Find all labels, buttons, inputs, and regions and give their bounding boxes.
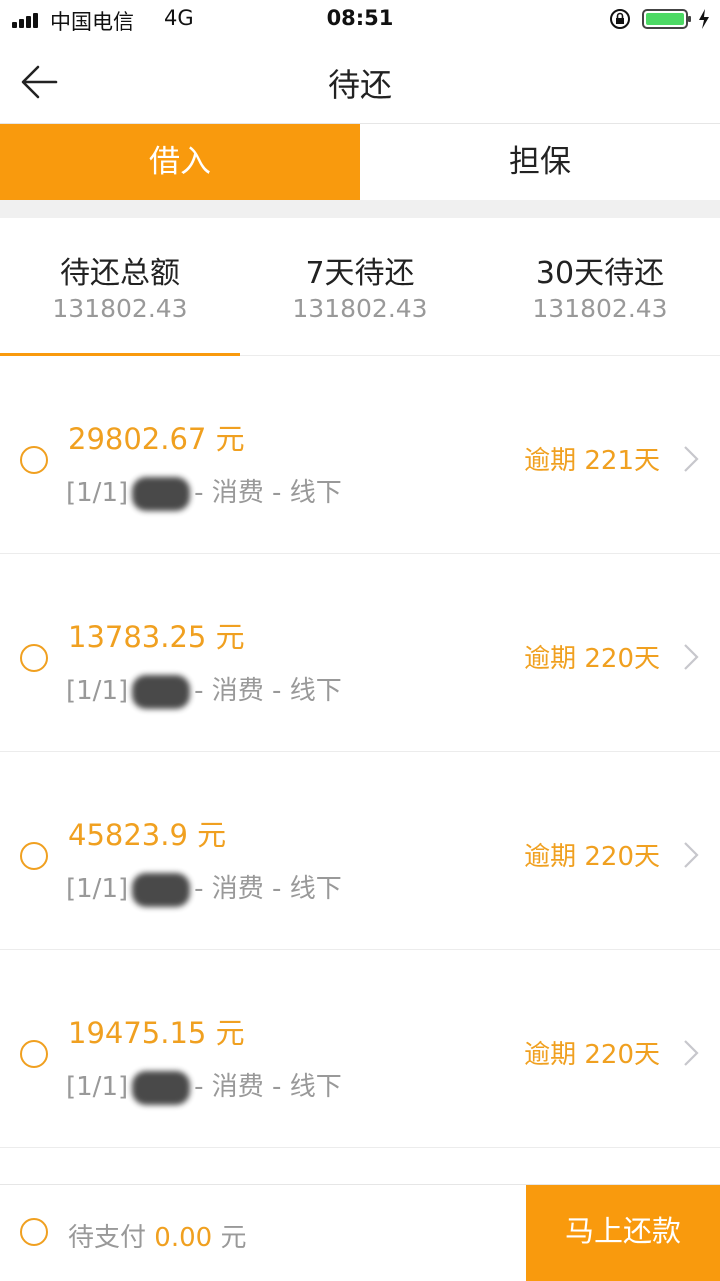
installment-index: [1/1] <box>66 676 129 706</box>
pay-prefix: 待支付 <box>68 1223 147 1253</box>
loan-type: - 消费 - 线下 <box>194 874 342 904</box>
loan-row[interactable]: 19475.15 元 [1/1] - 消费 - 线下 逾期 220天 <box>0 950 720 1148</box>
30-day-due-value: 131802.43 <box>532 294 668 323</box>
loan-row[interactable]: 13783.25 元 [1/1] - 消费 - 线下 逾期 220天 <box>0 554 720 752</box>
select-radio[interactable] <box>20 446 48 474</box>
overdue-status: 逾期 220天 <box>524 1040 660 1070</box>
loan-type: - 消费 - 线下 <box>194 1072 342 1102</box>
loan-description: [1/1] - 消费 - 线下 <box>66 670 342 709</box>
overdue-status: 逾期 220天 <box>524 644 660 674</box>
overdue-status: 逾期 221天 <box>524 446 660 476</box>
loan-description: [1/1] - 消费 - 线下 <box>66 472 342 511</box>
chevron-right-icon <box>684 644 699 670</box>
30-day-due-label: 30天待还 <box>535 256 665 291</box>
overdue-status: 逾期 220天 <box>524 842 660 872</box>
select-radio[interactable] <box>20 1040 48 1068</box>
tab-total-due[interactable]: 待还总额 131802.43 <box>0 218 240 357</box>
7-day-due-label: 7天待还 <box>305 256 415 291</box>
select-radio[interactable] <box>20 644 48 672</box>
installment-index: [1/1] <box>66 874 129 904</box>
loan-type: - 消费 - 线下 <box>194 478 342 508</box>
summary-tabs: 待还总额 131802.43 7天待还 131802.43 30天待还 1318… <box>0 218 720 357</box>
redacted-name <box>132 872 191 907</box>
loan-amount: 45823.9 元 <box>68 818 227 852</box>
pay-amount: 0.00 <box>154 1223 213 1253</box>
loan-amount: 29802.67 元 <box>68 422 245 456</box>
page-title: 待还 <box>327 66 392 104</box>
charging-icon <box>699 9 709 29</box>
7-day-due-value: 131802.43 <box>292 294 428 323</box>
redacted-name <box>132 1070 191 1105</box>
tab-guarantee[interactable]: 担保 <box>360 124 720 200</box>
loan-row[interactable]: 29802.67 元 [1/1] - 消费 - 线下 逾期 221天 <box>0 356 720 554</box>
redacted-name <box>132 674 191 709</box>
chevron-right-icon <box>684 1040 699 1066</box>
select-all-radio[interactable] <box>20 1218 48 1246</box>
section-divider <box>0 200 720 218</box>
navigation-bar: 待还 <box>0 40 720 124</box>
pay-summary: 待支付 0.00 元 <box>68 1217 246 1254</box>
payment-bar: 待支付 0.00 元 马上还款 <box>0 1184 720 1281</box>
installment-index: [1/1] <box>66 478 129 508</box>
total-due-value: 131802.43 <box>52 294 188 323</box>
redacted-name <box>132 476 191 511</box>
loan-description: [1/1] - 消费 - 线下 <box>66 868 342 907</box>
segment-control: 借入 担保 <box>0 124 720 200</box>
chevron-right-icon <box>684 842 699 868</box>
select-radio[interactable] <box>20 842 48 870</box>
loan-row[interactable]: 45823.9 元 [1/1] - 消费 - 线下 逾期 220天 <box>0 752 720 950</box>
installment-index: [1/1] <box>66 1072 129 1102</box>
chevron-right-icon <box>684 446 699 472</box>
status-bar: 中国电信 4G 08:51 <box>0 0 720 40</box>
repay-now-button[interactable]: 马上还款 <box>526 1185 720 1281</box>
tab-borrow[interactable]: 借入 <box>0 124 360 200</box>
total-due-label: 待还总额 <box>60 256 180 291</box>
tab-30-day-due[interactable]: 30天待还 131802.43 <box>480 218 720 356</box>
pay-unit: 元 <box>220 1223 247 1253</box>
orientation-lock-icon <box>610 9 630 29</box>
loan-amount: 19475.15 元 <box>68 1016 245 1050</box>
loan-amount: 13783.25 元 <box>68 620 245 654</box>
battery-icon <box>642 9 691 29</box>
tab-7-day-due[interactable]: 7天待还 131802.43 <box>240 218 480 356</box>
loan-type: - 消费 - 线下 <box>194 676 342 706</box>
loan-description: [1/1] - 消费 - 线下 <box>66 1066 342 1105</box>
